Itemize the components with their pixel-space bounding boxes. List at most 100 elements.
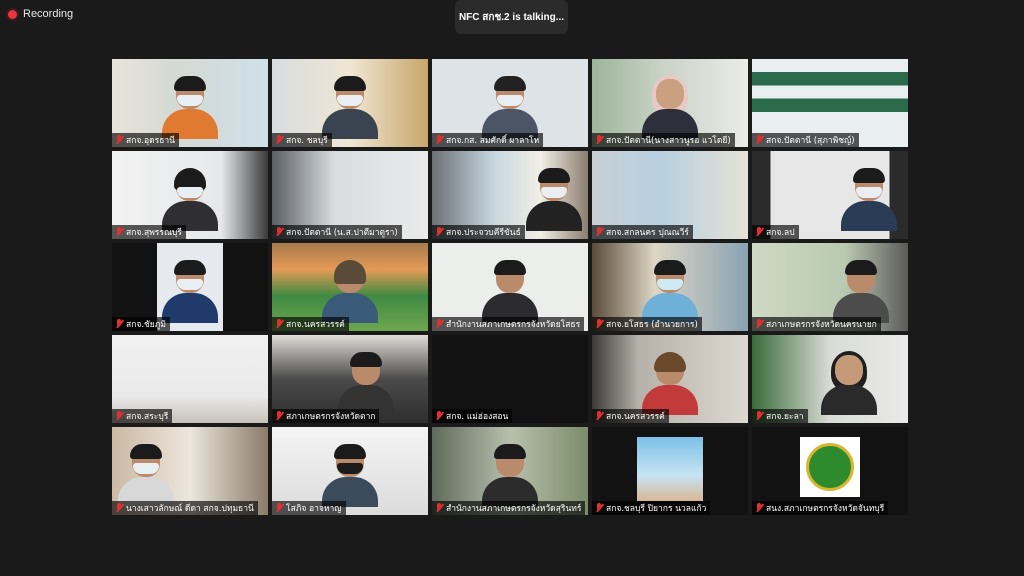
participant-name-bar: สกจ.อุดรธานี	[112, 133, 179, 147]
participant-name-bar: สกจ.นครสวรรค์	[592, 409, 669, 423]
active-speaker-text: NFC สกช.2 is talking...	[458, 11, 565, 23]
participant-name-bar: สำนักงานสภาเกษตรกรจังหวัดยโสธร	[432, 317, 585, 331]
participant-tile[interactable]: สภาเกษตรกรจังหวัดนครนายก	[752, 243, 908, 331]
participant-name-bar: สกจ.ปัตตานี(นางสาวนูรอ แวโดยี)	[592, 133, 735, 147]
mic-muted-icon	[435, 411, 443, 421]
participant-name: สกจ.สุพรรณบุรี	[126, 228, 182, 238]
participant-name-bar: นางเสาวลักษณ์ ดีดา สกจ.ปทุมธานี	[112, 501, 258, 515]
record-icon	[8, 9, 17, 19]
mic-muted-icon	[595, 135, 603, 145]
video-gallery: สกจ.อุดรธานี สกจ. ชลบุรี สกจ.กส. สมศักดิ…	[112, 59, 912, 517]
mic-muted-icon	[435, 319, 443, 329]
participant-name: สกจ.สกลนคร ปุณณวีร์	[606, 228, 689, 238]
mic-muted-icon	[115, 411, 123, 421]
participant-name: สกจ. ชลบุรี	[286, 136, 328, 146]
organization-logo	[800, 437, 860, 497]
participant-name-bar: โสภิจ อาจหาญ	[272, 501, 346, 515]
participant-name: สกจ. แม่ฮ่องสอน	[446, 412, 509, 422]
participant-name-bar: สกจ.นครสวรรค์	[272, 317, 349, 331]
participant-tile[interactable]: สกจ.ปัตตานี(นางสาวนูรอ แวโดยี)	[592, 59, 748, 147]
participant-tile[interactable]: สกจ.สุพรรณบุรี	[112, 151, 268, 239]
participant-tile[interactable]: สนง.สภาเกษตรกรจังหวัดจันทบุรี	[752, 427, 908, 515]
participant-name: สกจ.ลป	[766, 228, 795, 238]
seal-icon	[806, 443, 854, 491]
participant-tile[interactable]: นางเสาวลักษณ์ ดีดา สกจ.ปทุมธานี	[112, 427, 268, 515]
participant-name-bar: สำนักงานสภาเกษตรกรจังหวัดสุรินทร์	[432, 501, 586, 515]
participant-tile[interactable]: สกจ.สกลนคร ปุณณวีร์	[592, 151, 748, 239]
participant-name: สกจ.ชลบุรี ปิยากร นวลแก้ว	[606, 504, 707, 514]
participant-tile[interactable]: สกจ.ปัตตานี (สุภาพิชญ์)	[752, 59, 908, 147]
participant-name-bar: สกจ.ยะลา	[752, 409, 808, 423]
mic-muted-icon	[275, 503, 283, 513]
mic-muted-icon	[435, 503, 443, 513]
participant-name: สำนักงานสภาเกษตรกรจังหวัดสุรินทร์	[446, 504, 582, 514]
participant-tile[interactable]: สำนักงานสภาเกษตรกรจังหวัดยโสธร	[432, 243, 588, 331]
participant-tile[interactable]: สกจ.ชัยภูมิ	[112, 243, 268, 331]
participant-name-bar: สกจ.สกลนคร ปุณณวีร์	[592, 225, 693, 239]
participant-name-bar: สกจ.ชัยภูมิ	[112, 317, 170, 331]
mic-muted-icon	[755, 411, 763, 421]
recording-label: Recording	[23, 8, 74, 20]
mic-muted-icon	[595, 411, 603, 421]
participant-tile[interactable]: สภาเกษตรกรจังหวัดตาก	[272, 335, 428, 423]
participant-name: สกจ.นครสวรรค์	[606, 412, 665, 422]
mic-muted-icon	[275, 135, 283, 145]
participant-name-bar: สกจ.สุพรรณบุรี	[112, 225, 186, 239]
participant-name-bar: สกจ. แม่ฮ่องสอน	[432, 409, 513, 423]
participant-tile[interactable]: สกจ.นครสวรรค์	[272, 243, 428, 331]
participant-name: สกจ.ประจวบคีรีขันธ์	[446, 228, 521, 238]
participant-tile[interactable]: สกจ.ปัตตานี (น.ส.ปาตีมาตูรา)	[272, 151, 428, 239]
mic-muted-icon	[595, 319, 603, 329]
participant-name-bar: สกจ.ปัตตานี (สุภาพิชญ์)	[752, 133, 859, 147]
participant-name-bar: สกจ. ชลบุรี	[272, 133, 332, 147]
participant-name: สกจ.นครสวรรค์	[286, 320, 345, 330]
participant-name: สภาเกษตรกรจังหวัดตาก	[286, 412, 376, 422]
participant-name: สกจ.สระบุรี	[126, 412, 169, 422]
participant-name: สกจ.ปัตตานี (สุภาพิชญ์)	[766, 136, 855, 146]
participant-tile[interactable]: สกจ.ประจวบคีรีขันธ์	[432, 151, 588, 239]
participant-name: โสภิจ อาจหาญ	[286, 504, 342, 514]
active-speaker-banner: NFC สกช.2 is talking...	[455, 0, 568, 34]
participant-tile[interactable]: สกจ.กส. สมศักดิ์ ผาลาโห	[432, 59, 588, 147]
participant-tile[interactable]: สกจ.สระบุรี	[112, 335, 268, 423]
participant-name-bar: สกจ.ประจวบคีรีขันธ์	[432, 225, 525, 239]
mic-muted-icon	[115, 227, 123, 237]
participant-name-bar: สกจ.ยโสธร (อำนวยการ)	[592, 317, 702, 331]
mic-muted-icon	[435, 135, 443, 145]
participant-tile[interactable]: สกจ.ชลบุรี ปิยากร นวลแก้ว	[592, 427, 748, 515]
mic-muted-icon	[275, 411, 283, 421]
mic-muted-icon	[755, 135, 763, 145]
participant-name: สกจ.กส. สมศักดิ์ ผาลาโห	[446, 136, 540, 146]
participant-name-bar: สกจ.ชลบุรี ปิยากร นวลแก้ว	[592, 501, 711, 515]
participant-name: สกจ.ยะลา	[766, 412, 804, 422]
mic-muted-icon	[435, 227, 443, 237]
participant-name: สำนักงานสภาเกษตรกรจังหวัดยโสธร	[446, 320, 581, 330]
recording-indicator: Recording	[8, 8, 73, 20]
participant-name-bar: สนง.สภาเกษตรกรจังหวัดจันทบุรี	[752, 501, 889, 515]
mic-muted-icon	[115, 503, 123, 513]
participant-tile[interactable]: โสภิจ อาจหาญ	[272, 427, 428, 515]
participant-name-bar: สกจ.ปัตตานี (น.ส.ปาตีมาตูรา)	[272, 225, 402, 239]
participant-tile[interactable]: สกจ.อุดรธานี	[112, 59, 268, 147]
mic-muted-icon	[755, 227, 763, 237]
participant-name: สกจ.ยโสธร (อำนวยการ)	[606, 320, 698, 330]
participant-name: นางเสาวลักษณ์ ดีดา สกจ.ปทุมธานี	[126, 504, 254, 514]
participant-tile[interactable]: สำนักงานสภาเกษตรกรจังหวัดสุรินทร์	[432, 427, 588, 515]
participant-tile[interactable]: สกจ.นครสวรรค์	[592, 335, 748, 423]
participant-name: สภาเกษตรกรจังหวัดนครนายก	[766, 320, 877, 330]
mic-muted-icon	[275, 319, 283, 329]
participant-tile[interactable]: สกจ. แม่ฮ่องสอน	[432, 335, 588, 423]
participant-name-bar: สภาเกษตรกรจังหวัดตาก	[272, 409, 380, 423]
participant-tile[interactable]: สกจ.ยโสธร (อำนวยการ)	[592, 243, 748, 331]
participant-tile[interactable]: สกจ. ชลบุรี	[272, 59, 428, 147]
participant-name: สกจ.อุดรธานี	[126, 136, 175, 146]
mic-muted-icon	[755, 319, 763, 329]
profile-photo	[637, 437, 703, 501]
participant-name: สนง.สภาเกษตรกรจังหวัดจันทบุรี	[766, 504, 885, 514]
participant-tile[interactable]: สกจ.ยะลา	[752, 335, 908, 423]
participant-name: สกจ.ชัยภูมิ	[126, 320, 166, 330]
participant-name-bar: สกจ.ลป	[752, 225, 799, 239]
participant-tile[interactable]: สกจ.ลป	[752, 151, 908, 239]
participant-name-bar: สกจ.กส. สมศักดิ์ ผาลาโห	[432, 133, 544, 147]
participant-name: สกจ.ปัตตานี (น.ส.ปาตีมาตูรา)	[286, 228, 398, 238]
